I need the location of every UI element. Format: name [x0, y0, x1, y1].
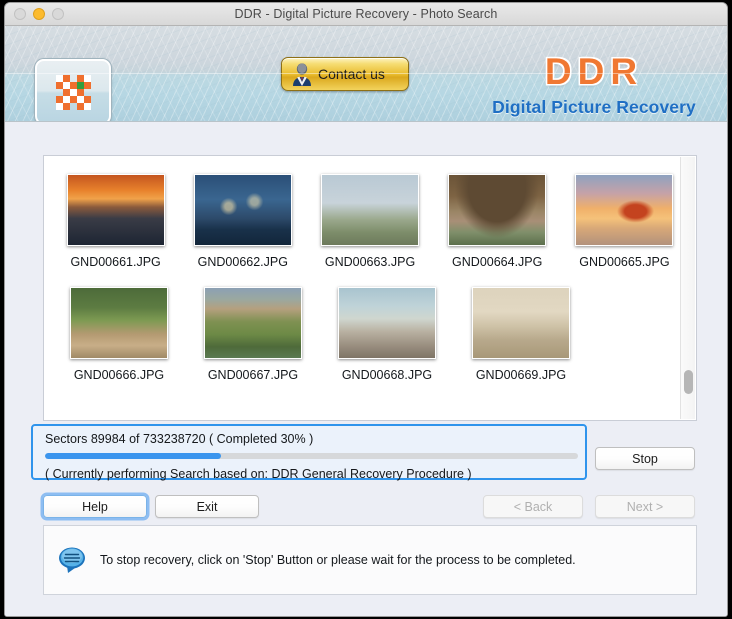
help-button[interactable]: Help	[43, 495, 147, 518]
thumbnail-image[interactable]	[204, 287, 302, 359]
thumbnail-image[interactable]	[448, 174, 547, 246]
exit-button[interactable]: Exit	[155, 495, 259, 518]
thumbnail-filename: GND00667.JPG	[207, 368, 299, 382]
stop-button[interactable]: Stop	[595, 447, 695, 470]
checkered-flower-icon	[55, 74, 91, 110]
thumbnail-filename: GND00665.JPG	[579, 255, 670, 269]
progress-status-label: ( Currently performing Search based on: …	[45, 467, 472, 481]
thumbnail-item[interactable]: GND00666.JPG	[60, 287, 178, 382]
info-panel: To stop recovery, click on 'Stop' Button…	[43, 525, 697, 595]
thumbnail-image[interactable]	[338, 287, 436, 359]
brand-name: DDR	[544, 51, 644, 92]
header-banner: Contact us DDR Digital Picture Recovery	[5, 26, 727, 122]
thumbnail-filename: GND00668.JPG	[341, 368, 433, 382]
app-window: DDR - Digital Picture Recovery - Photo S…	[4, 2, 728, 617]
thumbnail-panel: GND00661.JPG GND00662.JPG GND00663.JPG GND0…	[43, 155, 697, 421]
thumbnail-scrollbar[interactable]	[680, 157, 695, 419]
thumbnail-item[interactable]: GND00669.JPG	[462, 287, 580, 382]
thumbnail-image[interactable]	[193, 174, 292, 246]
thumbnail-image[interactable]	[472, 287, 570, 359]
thumbnail-row: GND00666.JPG GND00667.JPG GND00668.JPG GND0…	[44, 287, 680, 382]
thumbnail-item[interactable]: GND00665.JPG	[569, 174, 680, 269]
thumbnail-row: GND00661.JPG GND00662.JPG GND00663.JPG GND0…	[44, 174, 680, 269]
person-icon	[291, 62, 313, 86]
speech-bubble-icon	[58, 546, 88, 574]
thumbnail-item[interactable]: GND00667.JPG	[194, 287, 312, 382]
progress-bar	[45, 453, 578, 459]
thumbnail-item[interactable]: GND00664.JPG	[442, 174, 553, 269]
next-button: Next >	[595, 495, 695, 518]
thumbnail-image[interactable]	[66, 174, 165, 246]
thumbnail-item[interactable]: GND00663.JPG	[314, 174, 425, 269]
scrollbar-thumb[interactable]	[684, 370, 693, 394]
main-content: GND00661.JPG GND00662.JPG GND00663.JPG GND0…	[5, 122, 727, 616]
thumbnail-filename: GND00663.JPG	[324, 255, 416, 269]
contact-us-label: Contact us	[318, 66, 385, 82]
brand-logo: DDR Digital Picture Recovery	[479, 50, 709, 118]
contact-us-button[interactable]: Contact us	[281, 57, 409, 91]
thumbnail-filename: GND00669.JPG	[475, 368, 567, 382]
thumbnail-filename: GND00662.JPG	[197, 255, 288, 269]
info-text: To stop recovery, click on 'Stop' Button…	[100, 553, 576, 567]
thumbnail-item[interactable]: GND00661.JPG	[60, 174, 171, 269]
thumbnail-image[interactable]	[70, 287, 168, 359]
thumbnail-filename: GND00664.JPG	[452, 255, 543, 269]
app-icon-button[interactable]	[35, 59, 111, 121]
thumbnail-image[interactable]	[321, 174, 419, 246]
progress-sectors-label: Sectors 89984 of 733238720 ( Completed 3…	[45, 432, 314, 446]
brand-tagline: Digital Picture Recovery	[492, 97, 696, 117]
back-button: < Back	[483, 495, 583, 518]
progress-panel: Sectors 89984 of 733238720 ( Completed 3…	[31, 424, 587, 481]
progress-bar-fill	[45, 453, 221, 459]
titlebar: DDR - Digital Picture Recovery - Photo S…	[5, 3, 727, 26]
thumbnail-filename: GND00661.JPG	[70, 255, 161, 269]
window-title: DDR - Digital Picture Recovery - Photo S…	[234, 7, 498, 21]
thumbnail-image[interactable]	[575, 174, 674, 246]
thumbnail-item[interactable]: GND00662.JPG	[187, 174, 298, 269]
thumbnail-grid: GND00661.JPG GND00662.JPG GND00663.JPG GND0…	[44, 156, 680, 420]
thumbnail-item[interactable]: GND00668.JPG	[328, 287, 446, 382]
thumbnail-filename: GND00666.JPG	[73, 368, 165, 382]
